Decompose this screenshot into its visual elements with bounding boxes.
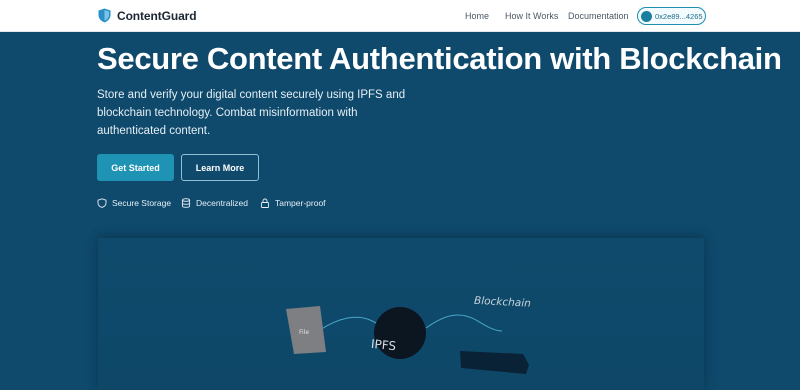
shield-icon [97,198,107,208]
nav-link-how-it-works[interactable]: How It Works [505,11,558,21]
feature-label: Secure Storage [112,198,172,208]
brand-name: ContentGuard [117,8,197,23]
nav-link-home[interactable]: Home [465,11,489,21]
database-icon [181,198,191,208]
feature-decentralized: Decentralized [181,198,248,208]
brand[interactable]: ContentGuard [98,8,197,23]
shield-logo-icon [98,8,111,23]
navbar: ContentGuard Home How It Works Documenta… [0,0,800,32]
wallet-button[interactable]: 0x2e89...4265 [637,7,706,25]
blockchain-label: Blockchain [474,295,531,310]
feature-label: Tamper-proof [275,198,326,208]
learn-more-button[interactable]: Learn More [181,154,259,181]
wallet-avatar-icon [641,10,652,22]
feature-label: Decentralized [196,198,248,208]
flow-illustration: File IPFS Blockchain [286,295,531,374]
feature-tamper-proof: Tamper-proof [260,198,326,208]
nav-link-documentation[interactable]: Documentation [568,11,629,21]
hero-title: Secure Content Authentication with Block… [97,41,782,76]
file-label: File [299,329,309,336]
ipfs-label: IPFS [370,337,396,354]
hero-subtitle: Store and verify your digital content se… [97,89,406,137]
connection-wave-right [425,314,503,332]
wallet-address: 0x2e89...4265 [655,11,703,21]
blockchain-block [460,351,529,374]
lock-icon [261,198,269,208]
get-started-button[interactable]: Get Started [97,154,174,181]
visual-panel: File IPFS Blockchain [98,238,704,390]
feature-secure-storage: Secure Storage [97,198,171,208]
